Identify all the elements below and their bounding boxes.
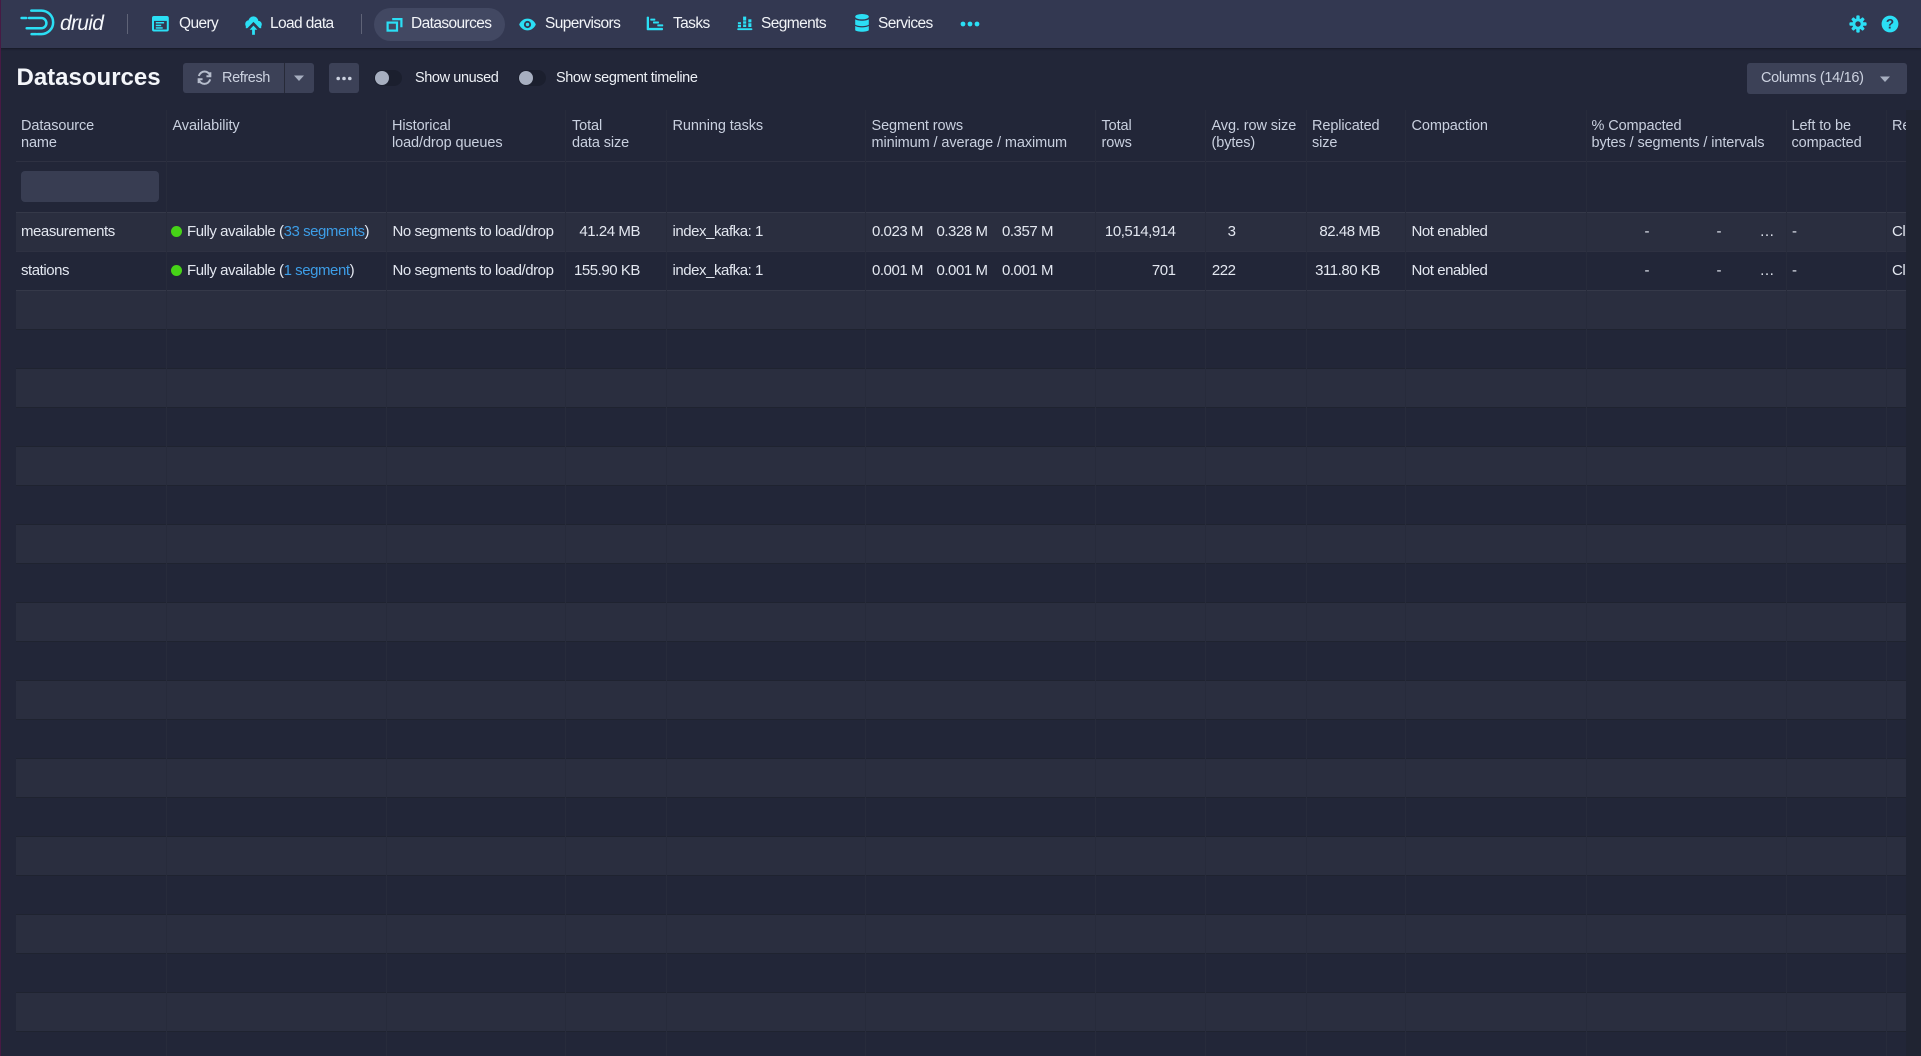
svg-text:?: ? xyxy=(1886,16,1894,31)
